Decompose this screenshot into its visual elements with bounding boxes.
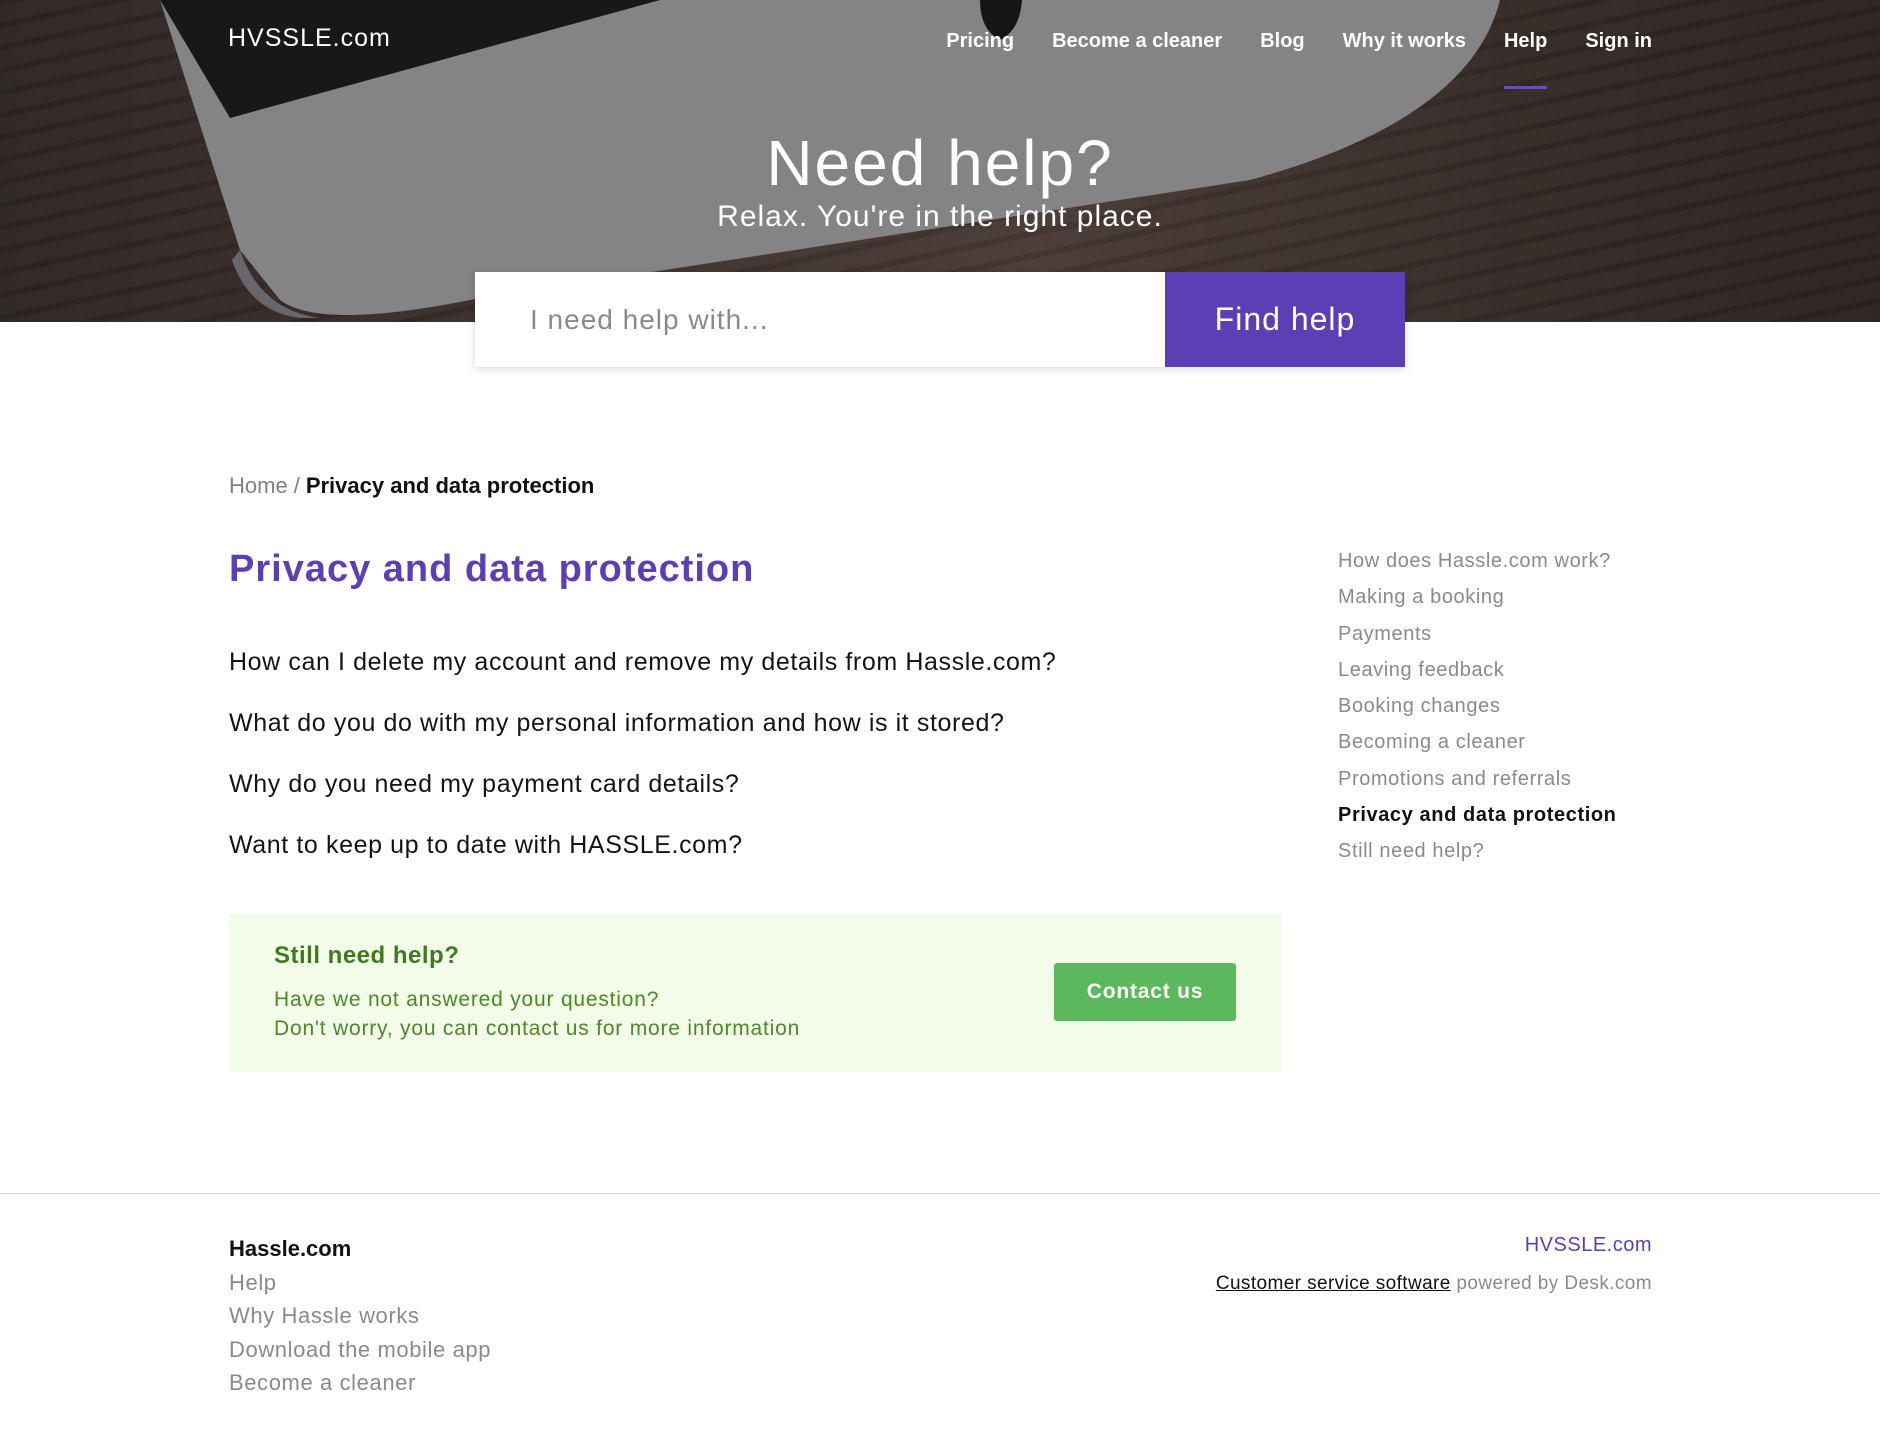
list-item: Why do you need my payment card details?	[229, 770, 1056, 831]
breadcrumb-current: Privacy and data protection	[305, 473, 595, 498]
nav-help[interactable]: Help	[1503, 30, 1548, 89]
breadcrumb-separator: /	[293, 473, 300, 498]
list-item: Download the mobile app	[229, 1337, 491, 1371]
contact-us-button[interactable]: Contact us	[1054, 963, 1236, 1021]
article-link-payment-card[interactable]: Why do you need my payment card details?	[229, 770, 739, 798]
list-item: Want to keep up to date with HASSLE.com?	[229, 831, 1056, 892]
help-search-form: Find help	[475, 272, 1405, 367]
nav-why-it-works[interactable]: Why it works	[1343, 30, 1466, 89]
footer-brand-link[interactable]: HVSSLE.com	[1525, 1234, 1652, 1257]
nav-pricing[interactable]: Pricing	[946, 30, 1014, 89]
sidebar-item: Becoming a cleaner	[1338, 731, 1617, 767]
page-title: Privacy and data protection	[229, 548, 755, 590]
article-link-delete-account[interactable]: How can I delete my account and remove m…	[229, 648, 1056, 676]
breadcrumb: Home / Privacy and data protection	[229, 473, 594, 499]
nav-become-cleaner[interactable]: Become a cleaner	[1052, 30, 1222, 89]
topics-sidebar: How does Hassle.com work? Making a booki…	[1338, 550, 1617, 877]
footer-link-why-hassle-works[interactable]: Why Hassle works	[229, 1303, 420, 1328]
help-search-input[interactable]	[475, 272, 1165, 367]
help-box-title: Still need help?	[274, 942, 460, 969]
sidebar-item-becoming-cleaner[interactable]: Becoming a cleaner	[1338, 731, 1526, 753]
still-need-help-box: Still need help? Have we not answered yo…	[229, 914, 1281, 1072]
site-logo[interactable]: HVSSLE.com	[228, 24, 391, 53]
sidebar-item-payments[interactable]: Payments	[1338, 623, 1432, 645]
sidebar-item-promotions[interactable]: Promotions and referrals	[1338, 768, 1571, 790]
footer-link-become-cleaner[interactable]: Become a cleaner	[229, 1370, 416, 1395]
customer-service-software-link[interactable]: Customer service software	[1216, 1273, 1451, 1294]
footer-links: Hassle.com Help Why Hassle works Downloa…	[229, 1236, 491, 1404]
sidebar-item-how-it-works[interactable]: How does Hassle.com work?	[1338, 550, 1611, 572]
list-item: Help	[229, 1270, 491, 1304]
list-item: Why Hassle works	[229, 1303, 491, 1337]
powered-by-text: powered by Desk.com	[1450, 1273, 1652, 1294]
sidebar-item-privacy[interactable]: Privacy and data protection	[1338, 804, 1617, 826]
list-item: Hassle.com	[229, 1236, 491, 1270]
footer-heading: Hassle.com	[229, 1236, 352, 1261]
sidebar-item-making-booking[interactable]: Making a booking	[1338, 586, 1504, 608]
main-nav: Pricing Become a cleaner Blog Why it wor…	[946, 30, 1652, 89]
hero-title: Need help?	[766, 127, 1114, 199]
article-link-personal-information[interactable]: What do you do with my personal informat…	[229, 709, 1005, 737]
footer-divider	[0, 1193, 1880, 1194]
find-help-button[interactable]: Find help	[1165, 272, 1405, 367]
article-link-keep-up-to-date[interactable]: Want to keep up to date with HASSLE.com?	[229, 831, 743, 859]
list-item: Become a cleaner	[229, 1370, 491, 1404]
sidebar-item: Promotions and referrals	[1338, 768, 1617, 804]
sidebar-item-booking-changes[interactable]: Booking changes	[1338, 695, 1500, 717]
footer-link-help[interactable]: Help	[229, 1270, 277, 1295]
sidebar-item: How does Hassle.com work?	[1338, 550, 1617, 586]
sidebar-item: Still need help?	[1338, 840, 1617, 876]
list-item: How can I delete my account and remove m…	[229, 648, 1056, 709]
help-box-text-2: Don't worry, you can contact us for more…	[274, 1017, 801, 1040]
footer-powered-by: Customer service software powered by Des…	[1216, 1273, 1652, 1295]
nav-blog[interactable]: Blog	[1260, 30, 1304, 89]
help-box-text-1: Have we not answered your question?	[274, 988, 660, 1011]
sidebar-item-feedback[interactable]: Leaving feedback	[1338, 659, 1504, 681]
sidebar-item: Payments	[1338, 623, 1617, 659]
breadcrumb-home-link[interactable]: Home	[229, 473, 288, 498]
sidebar-item: Leaving feedback	[1338, 659, 1617, 695]
list-item: What do you do with my personal informat…	[229, 709, 1056, 770]
footer-link-mobile-app[interactable]: Download the mobile app	[229, 1337, 491, 1362]
nav-sign-in[interactable]: Sign in	[1585, 30, 1652, 89]
sidebar-item: Booking changes	[1338, 695, 1617, 731]
sidebar-item: Privacy and data protection	[1338, 804, 1617, 840]
sidebar-item: Making a booking	[1338, 586, 1617, 622]
sidebar-item-still-need-help[interactable]: Still need help?	[1338, 840, 1484, 862]
hero-subtitle: Relax. You're in the right place.	[717, 200, 1163, 233]
article-list: How can I delete my account and remove m…	[229, 648, 1056, 892]
